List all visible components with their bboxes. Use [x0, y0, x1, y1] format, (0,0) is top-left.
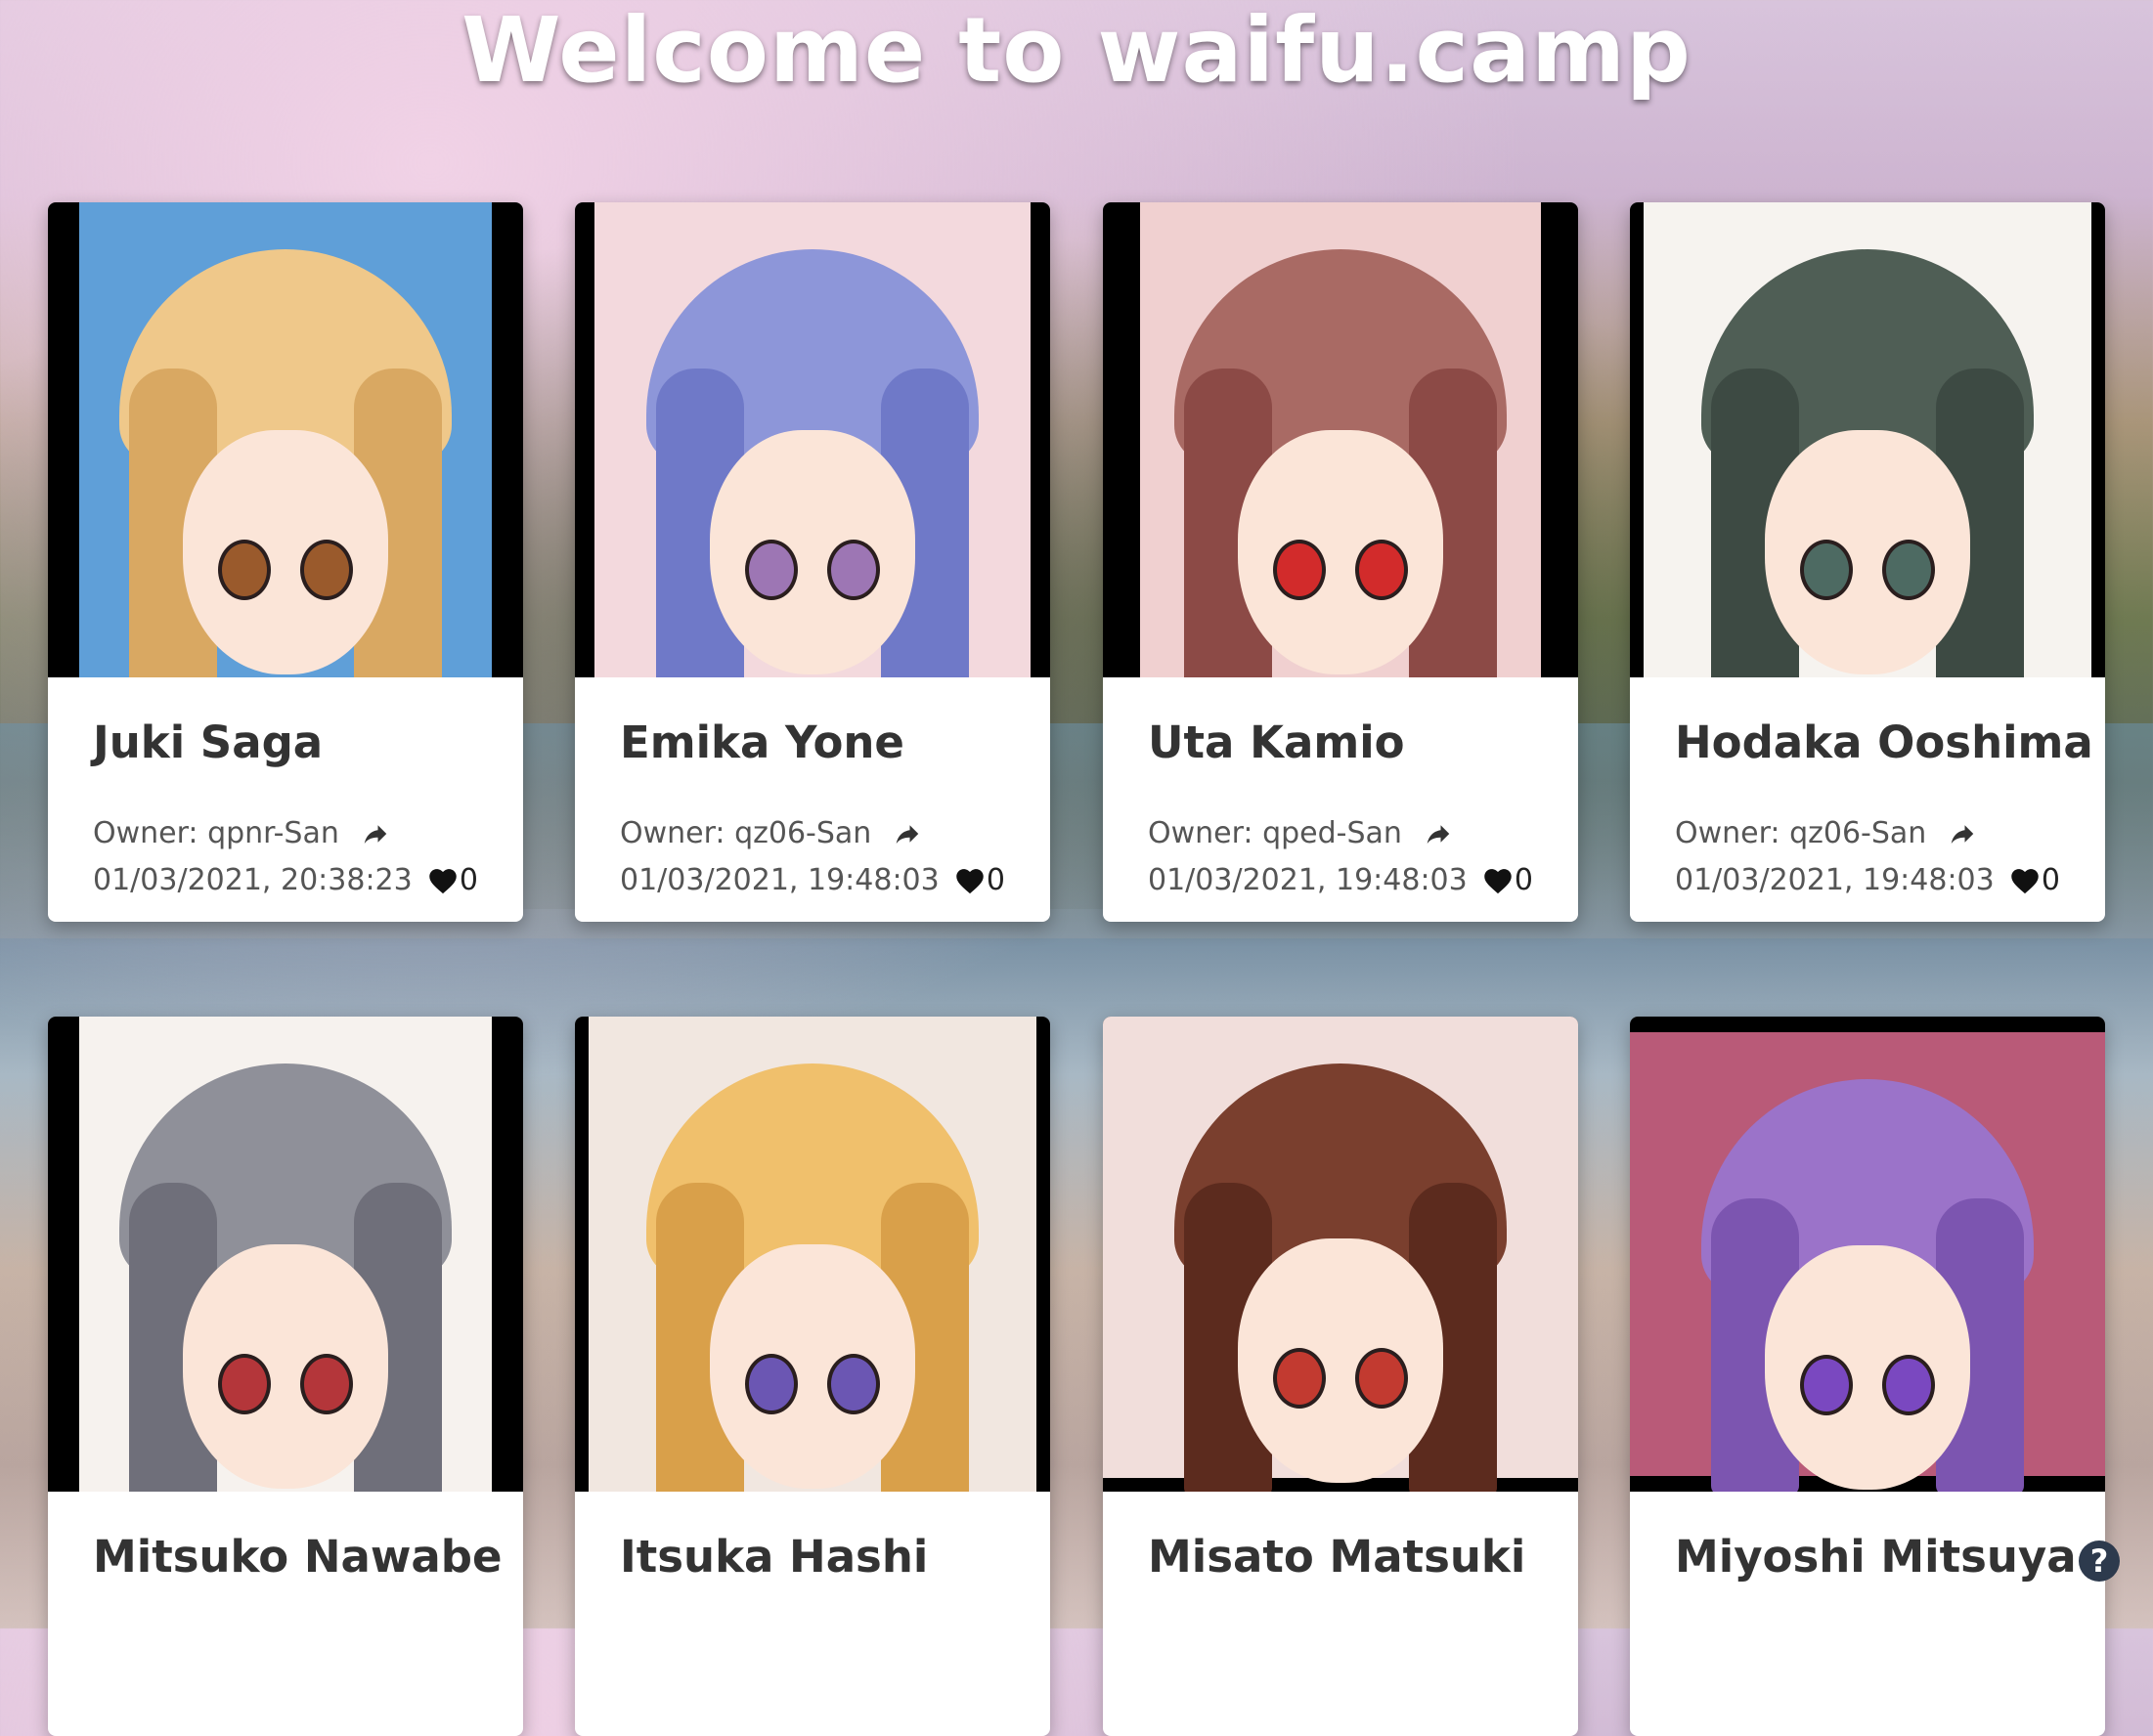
face-shape	[710, 430, 915, 675]
portrait-image[interactable]	[1103, 1017, 1578, 1492]
eye-shape	[1355, 540, 1408, 601]
heart-icon	[1484, 869, 1512, 894]
eye-shape	[218, 1354, 271, 1415]
eye-shape	[1273, 1347, 1326, 1409]
portrait-image[interactable]	[575, 1017, 1050, 1492]
portrait-image[interactable]	[48, 1017, 523, 1492]
owner-label[interactable]: Owner: qpnr-San	[93, 810, 339, 857]
share-arrow-icon[interactable]	[893, 819, 922, 848]
created-date: 01/03/2021, 19:48:03	[1148, 863, 1468, 897]
date-row: 01/03/2021, 19:48:03 0	[620, 857, 1005, 904]
portrait-image[interactable]	[1630, 1017, 2105, 1492]
date-row: 01/03/2021, 19:48:03 0	[1675, 857, 2060, 904]
portrait-image[interactable]	[48, 202, 523, 677]
waifu-name[interactable]: Emika Yone	[620, 716, 1005, 769]
portrait-art	[589, 1017, 1036, 1492]
created-date: 01/03/2021, 20:38:23	[93, 863, 413, 897]
eye-shape	[745, 540, 798, 601]
card-info: Uta Kamio Owner: qped-San 01/03/2021, 19…	[1103, 677, 1578, 922]
owner-row: Owner: qpnr-San	[93, 810, 478, 857]
portrait-art	[1630, 1032, 2105, 1492]
like-button[interactable]: 0	[428, 857, 478, 904]
owner-label[interactable]: Owner: qz06-San	[1675, 810, 1926, 857]
owner-label[interactable]: Owner: qped-San	[1148, 810, 1402, 857]
owner-row: Owner: qz06-San	[620, 810, 1005, 857]
card-info: Mitsuko Nawabe	[48, 1492, 523, 1736]
eye-shape	[1800, 540, 1853, 601]
like-count: 0	[1514, 863, 1533, 897]
waifu-name[interactable]: Juki Saga	[93, 716, 478, 769]
eye-shape	[300, 1354, 353, 1415]
heart-icon	[2011, 869, 2039, 894]
like-button[interactable]: 0	[955, 857, 1005, 904]
eye-shape	[1882, 540, 1935, 601]
waifu-card[interactable]: Juki Saga Owner: qpnr-San 01/03/2021, 20…	[48, 202, 523, 922]
portrait-art	[79, 202, 492, 677]
eye-shape	[1800, 1354, 1853, 1415]
share-arrow-icon[interactable]	[1948, 819, 1977, 848]
portrait-art	[1103, 1017, 1578, 1492]
waifu-name[interactable]: Mitsuko Nawabe	[93, 1531, 503, 1584]
eye-shape	[827, 1354, 880, 1415]
portrait-image[interactable]	[1630, 202, 2105, 677]
like-count: 0	[986, 863, 1005, 897]
face-shape	[1238, 1237, 1443, 1483]
waifu-name[interactable]: Uta Kamio	[1148, 716, 1533, 769]
eye-shape	[1355, 1347, 1408, 1409]
owner-row: Owner: qped-San	[1148, 810, 1533, 857]
heart-icon	[429, 869, 457, 894]
face-shape	[183, 1244, 388, 1490]
waifu-card[interactable]: Emika Yone Owner: qz06-San 01/03/2021, 1…	[575, 202, 1050, 922]
portrait-art	[1644, 202, 2091, 677]
waifu-card[interactable]: Hodaka Ooshima Owner: qz06-San 01/03/202…	[1630, 202, 2105, 922]
face-shape	[1765, 1244, 1970, 1490]
portrait-art	[1140, 202, 1541, 677]
face-shape	[1238, 430, 1443, 675]
like-count: 0	[2041, 863, 2060, 897]
waifu-name[interactable]: Miyoshi Mitsuya	[1675, 1531, 2077, 1584]
owner-label[interactable]: Owner: qz06-San	[620, 810, 871, 857]
face-shape	[710, 1244, 915, 1490]
waifu-name[interactable]: Misato Matsuki	[1148, 1531, 1533, 1584]
owner-row: Owner: qz06-San	[1675, 810, 2060, 857]
share-arrow-icon[interactable]	[361, 819, 390, 848]
like-count: 0	[459, 863, 478, 897]
portrait-art	[594, 202, 1031, 677]
eye-shape	[218, 540, 271, 601]
portrait-image[interactable]	[1103, 202, 1578, 677]
help-icon[interactable]: ?	[2079, 1541, 2120, 1582]
card-info: Misato Matsuki	[1103, 1492, 1578, 1736]
created-date: 01/03/2021, 19:48:03	[1675, 863, 1995, 897]
waifu-name[interactable]: Itsuka Hashi	[620, 1531, 1005, 1584]
date-row: 01/03/2021, 19:48:03 0	[1148, 857, 1533, 904]
card-info: Juki Saga Owner: qpnr-San 01/03/2021, 20…	[48, 677, 523, 922]
page-title: Welcome to waifu.camp	[461, 0, 1692, 103]
card-info: Emika Yone Owner: qz06-San 01/03/2021, 1…	[575, 677, 1050, 922]
heart-icon	[956, 869, 984, 894]
like-button[interactable]: 0	[2010, 857, 2060, 904]
share-arrow-icon[interactable]	[1424, 819, 1453, 848]
like-button[interactable]: 0	[1483, 857, 1533, 904]
portrait-image[interactable]	[575, 202, 1050, 677]
card-info: Hodaka Ooshima Owner: qz06-San 01/03/202…	[1630, 677, 2105, 922]
eye-shape	[1273, 540, 1326, 601]
card-info: Itsuka Hashi	[575, 1492, 1050, 1736]
eye-shape	[1882, 1354, 1935, 1415]
face-shape	[183, 430, 388, 675]
eye-shape	[827, 540, 880, 601]
date-row: 01/03/2021, 20:38:23 0	[93, 857, 478, 904]
waifu-name[interactable]: Hodaka Ooshima	[1675, 716, 2093, 769]
eye-shape	[745, 1354, 798, 1415]
waifu-card[interactable]: Uta Kamio Owner: qped-San 01/03/2021, 19…	[1103, 202, 1578, 922]
eye-shape	[300, 540, 353, 601]
card-info: Miyoshi Mitsuya	[1630, 1492, 2105, 1736]
face-shape	[1765, 430, 1970, 675]
created-date: 01/03/2021, 19:48:03	[620, 863, 940, 897]
portrait-art	[79, 1017, 492, 1492]
